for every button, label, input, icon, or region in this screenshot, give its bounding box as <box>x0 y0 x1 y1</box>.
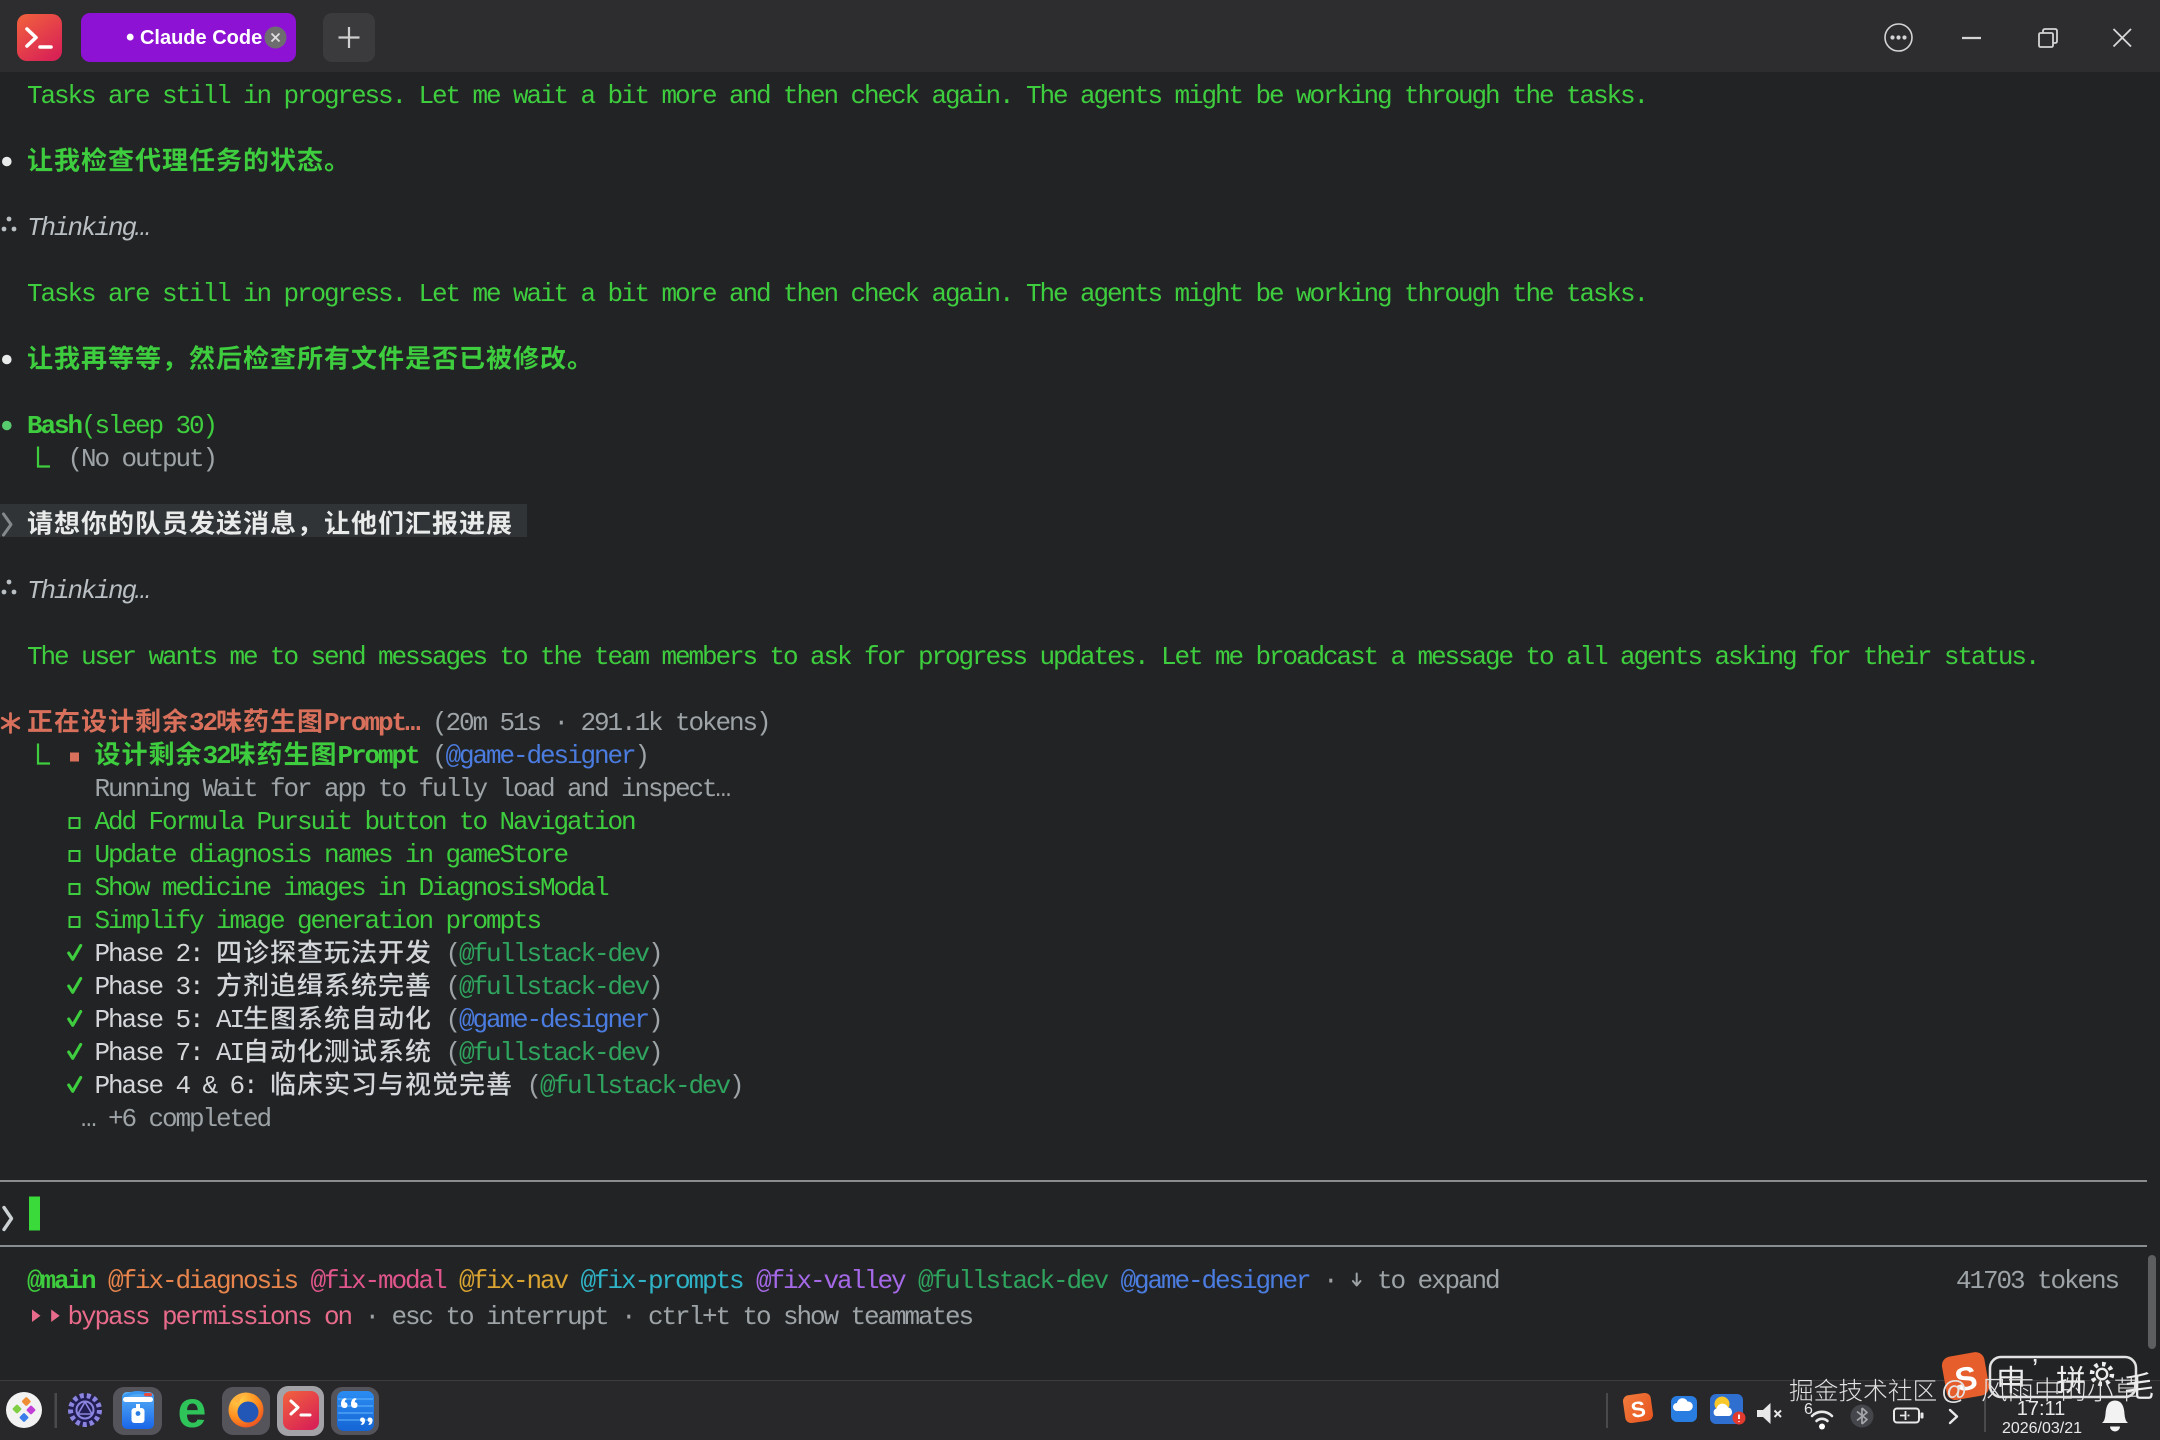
svg-text:@: @ <box>1941 1375 1967 1405</box>
svg-text:’: ’ <box>2032 1353 2038 1384</box>
